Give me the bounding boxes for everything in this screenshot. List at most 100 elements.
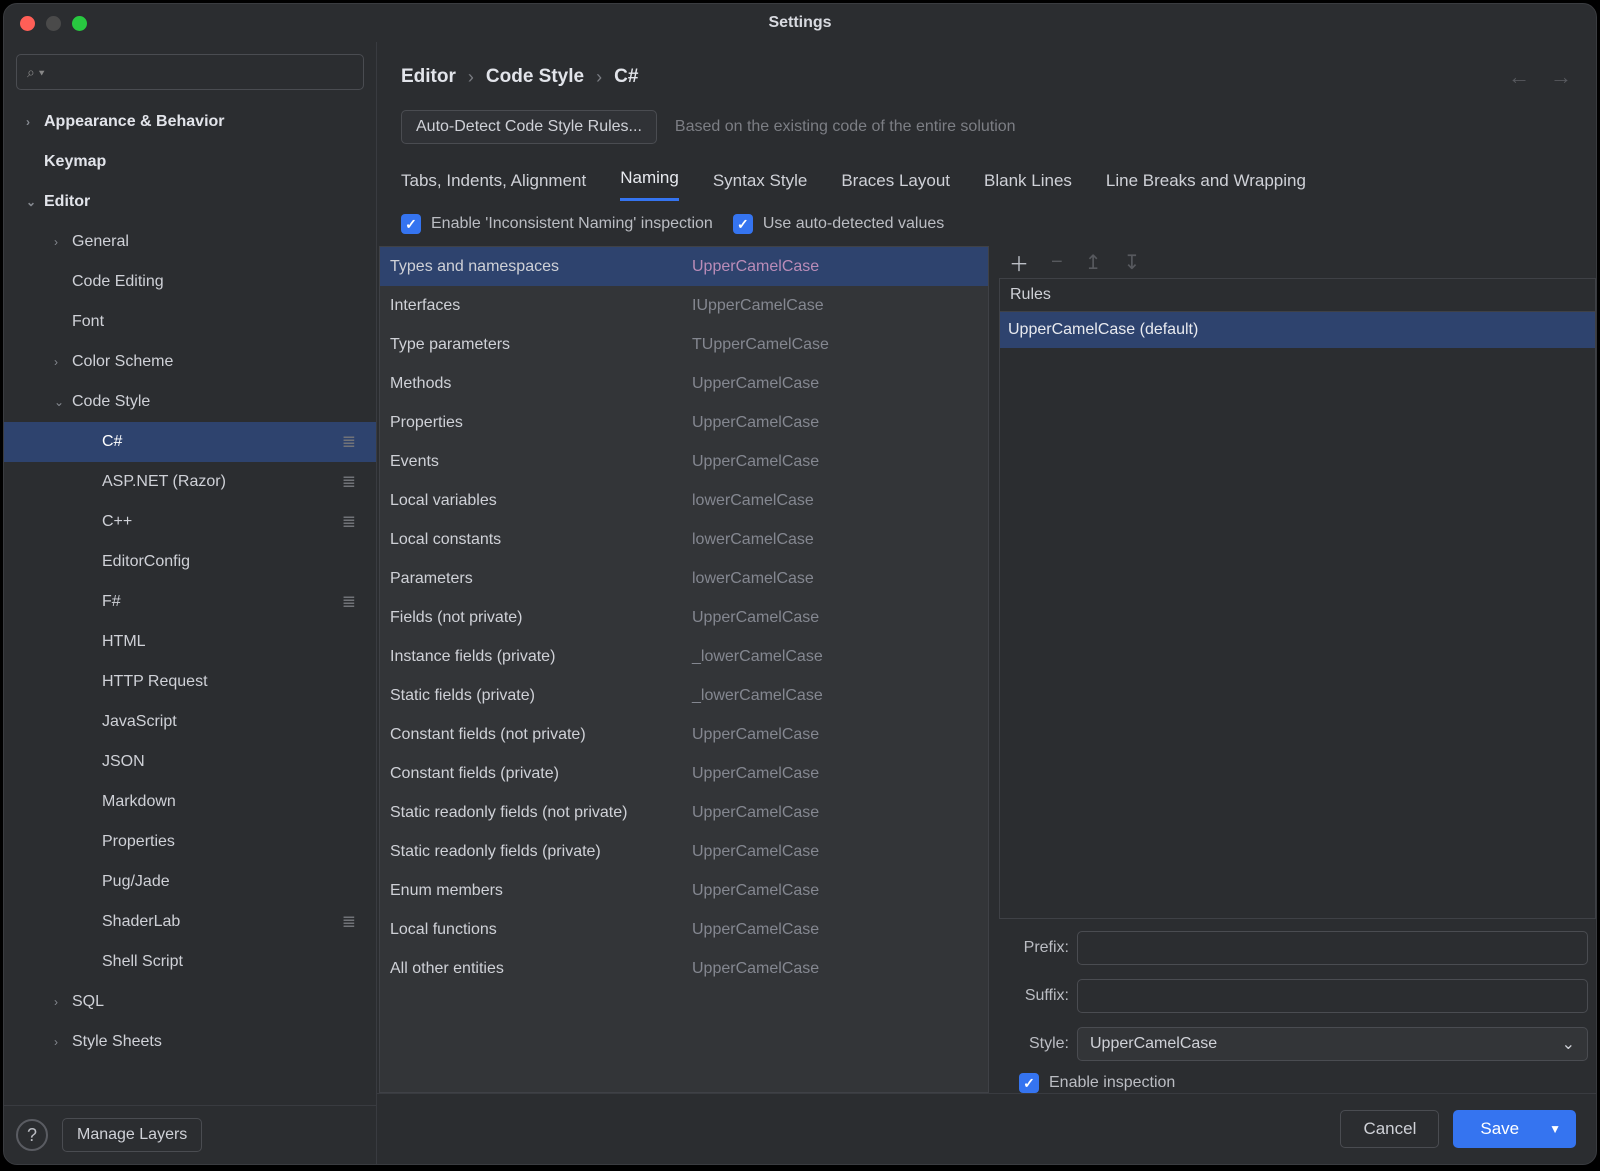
use-autodetected-label: Use auto-detected values [763, 215, 944, 233]
tree-color-scheme[interactable]: ›Color Scheme [4, 342, 376, 382]
table-row[interactable]: Local functionsUpperCamelCase [380, 910, 988, 949]
search-input[interactable]: ⌕ ▾ [16, 54, 364, 90]
enable-inspection-checkbox[interactable]: ✓ [1019, 1073, 1039, 1093]
move-down-icon[interactable]: ↧ [1123, 250, 1140, 275]
table-row[interactable]: Types and namespaces UpperCamelCase [380, 247, 988, 286]
tree-html[interactable]: HTML [4, 622, 376, 662]
table-row[interactable]: Local constantslowerCamelCase [380, 520, 988, 559]
help-button[interactable]: ? [16, 1119, 48, 1151]
manage-layers-button[interactable]: Manage Layers [62, 1118, 202, 1152]
zoom-icon[interactable] [72, 16, 87, 31]
table-row[interactable]: Type parametersTUpperCamelCase [380, 325, 988, 364]
tab-syntax-style[interactable]: Syntax Style [713, 171, 808, 201]
prefix-input[interactable] [1077, 931, 1588, 965]
naming-table: Types and namespaces UpperCamelCase Inte… [379, 246, 989, 1093]
table-row[interactable]: Fields (not private)UpperCamelCase [380, 598, 988, 637]
tabs: Tabs, Indents, Alignment Naming Syntax S… [377, 158, 1596, 202]
chevron-right-icon: › [456, 67, 486, 88]
tree-sql[interactable]: ›SQL [4, 982, 376, 1022]
titlebar: Settings [4, 4, 1596, 42]
tree-http-request[interactable]: HTTP Request [4, 662, 376, 702]
tree-json[interactable]: JSON [4, 742, 376, 782]
tree-markdown[interactable]: Markdown [4, 782, 376, 822]
table-row[interactable]: All other entitiesUpperCamelCase [380, 949, 988, 988]
suffix-input[interactable] [1077, 979, 1588, 1013]
crumb-editor[interactable]: Editor [401, 66, 456, 88]
remove-icon[interactable]: − [1051, 251, 1063, 274]
traffic-lights [4, 16, 87, 31]
content-pane: Editor › Code Style › C# ← → Auto-Detect… [377, 42, 1596, 1164]
tree-general[interactable]: ›General [4, 222, 376, 262]
tab-tabs-indents[interactable]: Tabs, Indents, Alignment [401, 171, 586, 201]
table-row[interactable]: Constant fields (not private)UpperCamelC… [380, 715, 988, 754]
breadcrumb: Editor › Code Style › C# ← → [377, 42, 1596, 90]
tree-fsharp[interactable]: F#≣ [4, 582, 376, 622]
add-icon[interactable]: ＋ [1009, 248, 1029, 277]
style-select[interactable]: UpperCamelCase ⌄ [1077, 1027, 1588, 1061]
tree-properties[interactable]: Properties [4, 822, 376, 862]
tree-appearance[interactable]: ›Appearance & Behavior [4, 102, 376, 142]
crumb-csharp: C# [614, 66, 638, 88]
tab-line-breaks[interactable]: Line Breaks and Wrapping [1106, 171, 1306, 201]
suffix-label: Suffix: [999, 987, 1077, 1005]
tree-stylesheets[interactable]: ›Style Sheets [4, 1022, 376, 1062]
tree-shell[interactable]: Shell Script [4, 942, 376, 982]
style-label: Style: [999, 1035, 1077, 1053]
table-row[interactable]: PropertiesUpperCamelCase [380, 403, 988, 442]
tree-font[interactable]: Font [4, 302, 376, 342]
tree-code-editing[interactable]: Code Editing [4, 262, 376, 302]
table-row[interactable]: Static fields (private)_lowerCamelCase [380, 676, 988, 715]
forward-icon[interactable]: → [1550, 64, 1572, 90]
prefix-label: Prefix: [999, 939, 1077, 957]
tab-braces-layout[interactable]: Braces Layout [841, 171, 950, 201]
tree-aspnet[interactable]: ASP.NET (Razor)≣ [4, 462, 376, 502]
table-row[interactable]: EventsUpperCamelCase [380, 442, 988, 481]
tree-cpp[interactable]: C++≣ [4, 502, 376, 542]
settings-tree: ›Appearance & Behavior Keymap ⌄Editor ›G… [4, 102, 376, 1105]
enable-inspection-label: Enable inspection [1049, 1074, 1175, 1092]
stack-icon: ≣ [342, 472, 376, 492]
tab-blank-lines[interactable]: Blank Lines [984, 171, 1072, 201]
tree-shaderlab[interactable]: ShaderLab≣ [4, 902, 376, 942]
table-row[interactable]: Local variableslowerCamelCase [380, 481, 988, 520]
chevron-down-icon: ▼ [1549, 1122, 1561, 1136]
back-icon[interactable]: ← [1508, 64, 1530, 90]
table-row[interactable]: MethodsUpperCamelCase [380, 364, 988, 403]
stack-icon: ≣ [342, 512, 376, 532]
table-row[interactable]: InterfacesIUpperCamelCase [380, 286, 988, 325]
enable-naming-label: Enable 'Inconsistent Naming' inspection [431, 215, 713, 233]
chevron-right-icon: › [584, 67, 614, 88]
tree-pug[interactable]: Pug/Jade [4, 862, 376, 902]
rule-item[interactable]: UpperCamelCase (default) [1000, 312, 1595, 348]
move-up-icon[interactable]: ↥ [1085, 250, 1102, 275]
save-button[interactable]: Save ▼ [1453, 1110, 1576, 1148]
tree-editor[interactable]: ⌄Editor [4, 182, 376, 222]
table-row[interactable]: Constant fields (private)UpperCamelCase [380, 754, 988, 793]
crumb-code-style[interactable]: Code Style [486, 66, 584, 88]
tree-code-style[interactable]: ⌄Code Style [4, 382, 376, 422]
tab-naming[interactable]: Naming [620, 168, 679, 201]
enable-naming-checkbox[interactable]: ✓ [401, 214, 421, 234]
sidebar: ⌕ ▾ ›Appearance & Behavior Keymap ⌄Edito… [4, 42, 377, 1164]
tree-javascript[interactable]: JavaScript [4, 702, 376, 742]
cancel-button[interactable]: Cancel [1340, 1110, 1439, 1148]
rules-pane: ＋ − ↥ ↧ Rules UpperCamelCase (default) P… [999, 246, 1596, 1093]
tree-csharp[interactable]: C#≣ [4, 422, 376, 462]
footer-bar: Cancel Save ▼ [377, 1093, 1596, 1164]
minimize-icon[interactable] [46, 16, 61, 31]
table-row[interactable]: Enum membersUpperCamelCase [380, 871, 988, 910]
table-row[interactable]: Static readonly fields (private)UpperCam… [380, 832, 988, 871]
table-row[interactable]: Static readonly fields (not private)Uppe… [380, 793, 988, 832]
stack-icon: ≣ [342, 912, 376, 932]
search-icon: ⌕ ▾ [27, 64, 45, 81]
close-icon[interactable] [20, 16, 35, 31]
tree-editorconfig[interactable]: EditorConfig [4, 542, 376, 582]
autodetect-button[interactable]: Auto-Detect Code Style Rules... [401, 110, 657, 144]
table-row[interactable]: Instance fields (private)_lowerCamelCase [380, 637, 988, 676]
use-autodetected-checkbox[interactable]: ✓ [733, 214, 753, 234]
autodetect-note: Based on the existing code of the entire… [675, 118, 1016, 136]
window-title: Settings [768, 14, 831, 32]
rules-header: Rules [999, 278, 1596, 312]
table-row[interactable]: ParameterslowerCamelCase [380, 559, 988, 598]
tree-keymap[interactable]: Keymap [4, 142, 376, 182]
